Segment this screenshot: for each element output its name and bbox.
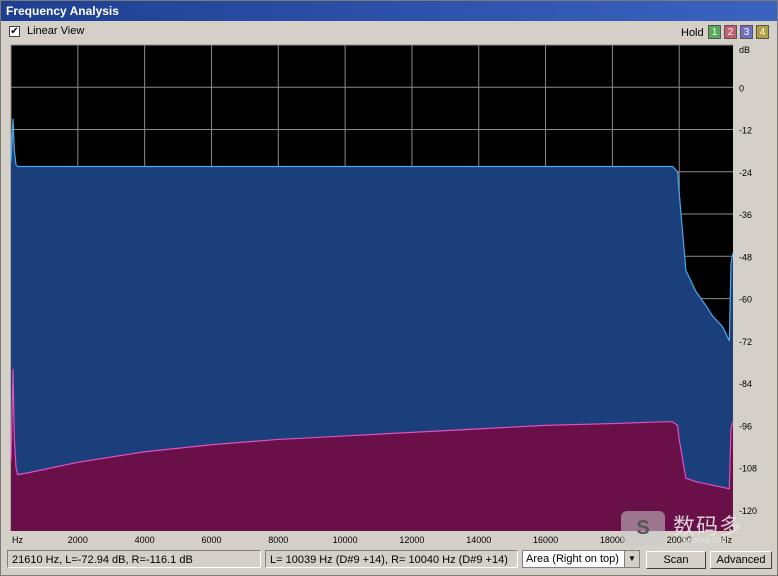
y-tick-label: -84 [739,379,752,389]
x-tick-label: 10000 [333,535,358,545]
y-tick-label: -48 [739,252,752,262]
x-tick-label: 4000 [135,535,155,545]
hold-label: Hold [681,27,704,39]
toolbar: ✔ Linear View Hold 1 2 3 4 [1,21,777,43]
y-tick-label: -60 [739,295,752,305]
scan-button[interactable]: Scan [646,551,706,569]
y-tick-label: -108 [739,464,757,474]
frequency-spectrum-chart[interactable]: dB0-12-24-36-48-60-72-84-96-108-120Hz 200… [1,43,777,549]
y-tick-label: -72 [739,337,752,347]
x-tick-label: 12000 [399,535,424,545]
x-tick-label: 6000 [201,535,221,545]
view-mode-value: Area (Right on top) [526,553,619,565]
y-tick-label: -36 [739,210,752,220]
y-tick-label: dB [739,45,750,55]
x-tick-label: Hz [12,535,23,545]
hold-button-4[interactable]: 4 [756,25,769,39]
linear-view-label[interactable]: Linear View [27,25,84,37]
watermark: S 数码多 Sooma.com [621,509,771,549]
view-mode-select[interactable]: Area (Right on top) ▼ [522,550,640,568]
hold-button-1[interactable]: 1 [708,25,721,39]
status-bar: 21610 Hz, L=-72.94 dB, R=-116.1 dB L= 10… [1,549,777,575]
hold-button-2[interactable]: 2 [724,25,737,39]
watermark-site: Sooma.com [681,535,730,545]
y-tick-label: 0 [739,83,744,93]
linear-view-checkbox[interactable]: ✔ [9,26,20,37]
x-tick-label: 2000 [68,535,88,545]
y-tick-label: -12 [739,126,752,136]
y-tick-label: -96 [739,421,752,431]
x-tick-label: 14000 [466,535,491,545]
frequency-analysis-window: Frequency Analysis ✔ Linear View Hold 1 … [0,0,778,576]
chevron-down-icon[interactable]: ▼ [624,551,639,567]
hold-button-3[interactable]: 3 [740,25,753,39]
cursor-readout: 21610 Hz, L=-72.94 dB, R=-116.1 dB [7,550,261,568]
watermark-logo: S [621,511,665,545]
y-tick-label: -24 [739,168,752,178]
window-title: Frequency Analysis [1,1,777,21]
x-tick-label: 8000 [268,535,288,545]
peak-readout: L= 10039 Hz (D#9 +14), R= 10040 Hz (D#9 … [265,550,518,568]
x-tick-label: 16000 [533,535,558,545]
advanced-button[interactable]: Advanced [710,551,772,569]
